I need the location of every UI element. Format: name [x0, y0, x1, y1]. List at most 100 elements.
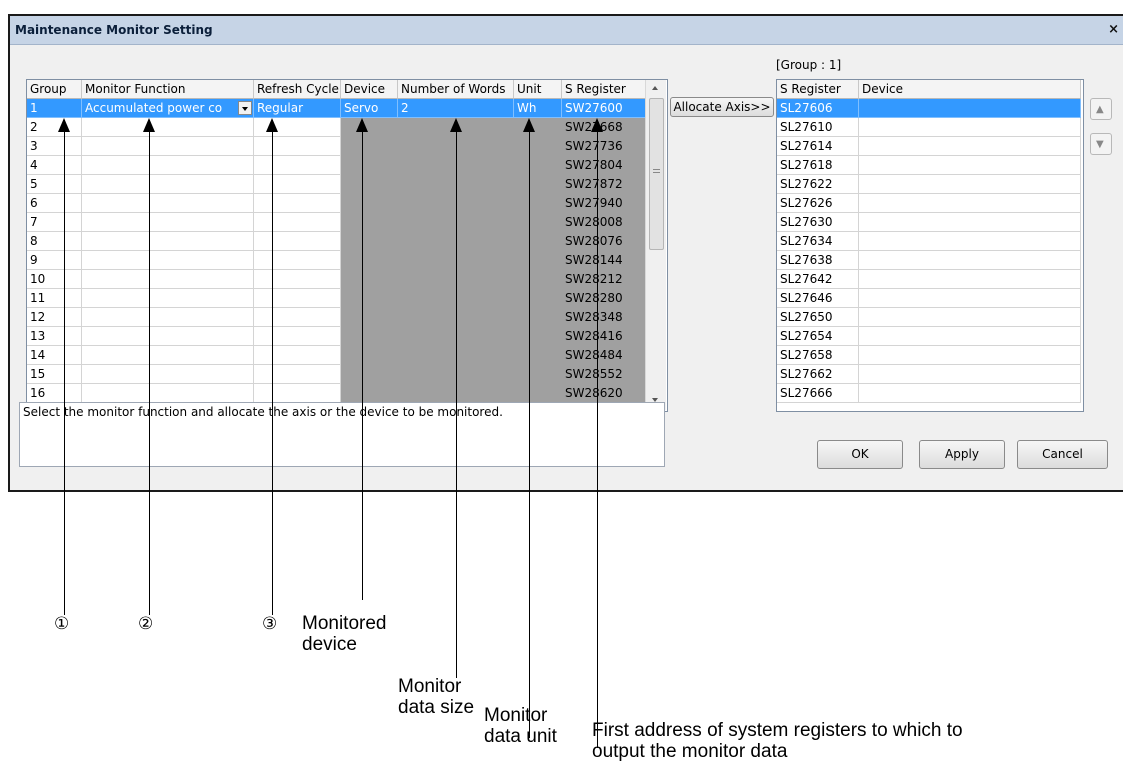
cell-s-register[interactable]: SW27872	[562, 175, 646, 194]
cell-monitor-function[interactable]	[82, 384, 254, 403]
cell-refresh-cycle[interactable]	[254, 289, 341, 308]
cell-unit[interactable]: Wh	[514, 99, 562, 118]
cell-refresh-cycle[interactable]	[254, 384, 341, 403]
cell-refresh-cycle[interactable]	[254, 251, 341, 270]
cell-s-register[interactable]: SW28008	[562, 213, 646, 232]
cell-device[interactable]	[341, 251, 398, 270]
column-header-unit[interactable]: Unit	[514, 80, 562, 99]
cell-device[interactable]	[341, 194, 398, 213]
table-row[interactable]: 3 SW27736	[27, 137, 646, 156]
cell-device[interactable]	[341, 327, 398, 346]
cell-device[interactable]	[859, 270, 1081, 289]
cell-unit[interactable]	[514, 308, 562, 327]
cell-unit[interactable]	[514, 270, 562, 289]
cell-group[interactable]: 7	[27, 213, 82, 232]
cell-monitor-function[interactable]	[82, 327, 254, 346]
cell-s-register[interactable]: SW28076	[562, 232, 646, 251]
cell-refresh-cycle[interactable]	[254, 213, 341, 232]
close-icon[interactable]: ×	[1108, 22, 1119, 37]
cell-unit[interactable]	[514, 194, 562, 213]
cell-group[interactable]: 3	[27, 137, 82, 156]
column-header-device[interactable]: Device	[859, 80, 1081, 99]
cell-device[interactable]	[859, 346, 1081, 365]
table-row[interactable]: 7 SW28008	[27, 213, 646, 232]
table-row[interactable]: SL27642	[777, 270, 1081, 289]
cell-refresh-cycle[interactable]	[254, 156, 341, 175]
table-scrollbar[interactable]	[645, 80, 666, 410]
cell-s-register[interactable]: SL27610	[777, 118, 859, 137]
cell-device[interactable]	[859, 308, 1081, 327]
cell-refresh-cycle[interactable]: Regular	[254, 99, 341, 118]
table-row[interactable]: 11 SW28280	[27, 289, 646, 308]
cell-s-register[interactable]: SL27618	[777, 156, 859, 175]
cell-device[interactable]	[341, 289, 398, 308]
cell-device[interactable]	[859, 365, 1081, 384]
cell-refresh-cycle[interactable]	[254, 175, 341, 194]
cell-unit[interactable]	[514, 251, 562, 270]
cell-group[interactable]: 16	[27, 384, 82, 403]
cell-refresh-cycle[interactable]	[254, 346, 341, 365]
cell-device[interactable]	[341, 118, 398, 137]
cell-s-register[interactable]: SW28280	[562, 289, 646, 308]
cell-group[interactable]: 11	[27, 289, 82, 308]
table-row[interactable]: SL27662	[777, 365, 1081, 384]
table-row[interactable]: 2 SW27668	[27, 118, 646, 137]
cell-group[interactable]: 9	[27, 251, 82, 270]
cell-s-register[interactable]: SL27622	[777, 175, 859, 194]
cell-device[interactable]	[341, 270, 398, 289]
cell-group[interactable]: 4	[27, 156, 82, 175]
cell-s-register[interactable]: SW27736	[562, 137, 646, 156]
cell-monitor-function[interactable]	[82, 213, 254, 232]
cell-s-register[interactable]: SL27654	[777, 327, 859, 346]
cell-group[interactable]: 6	[27, 194, 82, 213]
table-row[interactable]: SL27646	[777, 289, 1081, 308]
cell-unit[interactable]	[514, 365, 562, 384]
column-header-monitor-function[interactable]: Monitor Function	[82, 80, 254, 99]
cell-device[interactable]	[859, 384, 1081, 403]
table-row[interactable]: SL27618	[777, 156, 1081, 175]
table-row[interactable]: SL27606	[777, 99, 1081, 118]
cell-refresh-cycle[interactable]	[254, 365, 341, 384]
cell-group[interactable]: 10	[27, 270, 82, 289]
cell-unit[interactable]	[514, 384, 562, 403]
cell-device[interactable]	[341, 175, 398, 194]
cell-s-register[interactable]: SW28484	[562, 346, 646, 365]
column-header-device[interactable]: Device	[341, 80, 398, 99]
table-row[interactable]: 10 SW28212	[27, 270, 646, 289]
cell-monitor-function[interactable]	[82, 346, 254, 365]
table-row[interactable]: 12 SW28348	[27, 308, 646, 327]
cell-refresh-cycle[interactable]	[254, 194, 341, 213]
cell-monitor-function[interactable]	[82, 232, 254, 251]
move-up-button[interactable]: ▲	[1090, 98, 1112, 120]
table-row[interactable]: SL27666	[777, 384, 1081, 403]
column-header-group[interactable]: Group	[27, 80, 82, 99]
cell-unit[interactable]	[514, 118, 562, 137]
cell-device[interactable]	[341, 213, 398, 232]
cell-device[interactable]	[341, 346, 398, 365]
cell-device[interactable]	[859, 156, 1081, 175]
cell-s-register[interactable]: SL27626	[777, 194, 859, 213]
cell-unit[interactable]	[514, 289, 562, 308]
table-row[interactable]: SL27622	[777, 175, 1081, 194]
cell-s-register[interactable]: SW28212	[562, 270, 646, 289]
table-row[interactable]: SL27658	[777, 346, 1081, 365]
cell-device[interactable]	[859, 327, 1081, 346]
cell-monitor-function[interactable]	[82, 308, 254, 327]
table-row[interactable]: 1 Accumulated power co Regular Servo 2 Wh SW27…	[27, 99, 646, 118]
allocate-axis-button[interactable]: Allocate Axis>>	[670, 97, 774, 117]
table-row[interactable]: 8 SW28076	[27, 232, 646, 251]
move-down-button[interactable]: ▼	[1090, 133, 1112, 155]
cell-group[interactable]: 12	[27, 308, 82, 327]
column-header-s-register[interactable]: S Register	[562, 80, 646, 99]
cell-device[interactable]	[859, 194, 1081, 213]
cell-unit[interactable]	[514, 137, 562, 156]
cell-monitor-function[interactable]	[82, 194, 254, 213]
table-row[interactable]: SL27630	[777, 213, 1081, 232]
cell-unit[interactable]	[514, 327, 562, 346]
cell-device[interactable]	[341, 308, 398, 327]
cell-s-register[interactable]: SW27600	[562, 99, 646, 118]
cell-s-register[interactable]: SL27606	[777, 99, 859, 118]
cell-s-register[interactable]: SL27662	[777, 365, 859, 384]
cell-unit[interactable]	[514, 232, 562, 251]
cell-monitor-function[interactable]: Accumulated power co	[82, 99, 254, 118]
